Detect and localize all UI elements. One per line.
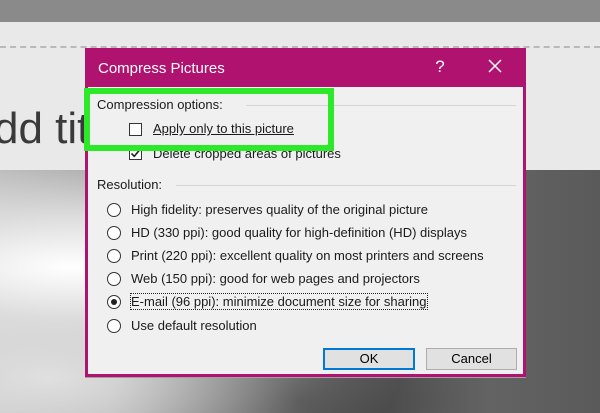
resolution-label-high-fidelity[interactable]: High fidelity: preserves quality of the … xyxy=(131,202,428,217)
close-button[interactable] xyxy=(480,53,510,81)
resolution-divider xyxy=(176,185,516,186)
dialog-title: Compress Pictures xyxy=(98,60,225,77)
dialog-titlebar[interactable]: Compress Pictures ? xyxy=(85,48,526,87)
resolution-label-print[interactable]: Print (220 ppi): excellent quality on mo… xyxy=(131,248,484,263)
resolution-label-email[interactable]: E-mail (96 ppi): minimize document size … xyxy=(130,293,428,310)
cancel-button[interactable]: Cancel xyxy=(426,348,517,370)
resolution-label-default[interactable]: Use default resolution xyxy=(131,318,257,333)
window-top-strip xyxy=(0,0,600,22)
highlight-annotation-box xyxy=(84,88,334,151)
resolution-radio-high-fidelity[interactable] xyxy=(107,203,121,217)
slide-title-text: dd tit xyxy=(0,104,90,153)
resolution-radio-web[interactable] xyxy=(107,272,121,286)
resolution-radio-print[interactable] xyxy=(107,249,121,263)
resolution-label-hd[interactable]: HD (330 ppi): good quality for high-defi… xyxy=(131,225,467,240)
resolution-label-web[interactable]: Web (150 ppi): good for web pages and pr… xyxy=(131,271,420,286)
ok-button[interactable]: OK xyxy=(323,348,415,370)
help-button[interactable]: ? xyxy=(429,57,451,77)
resolution-radio-email[interactable] xyxy=(107,295,121,309)
resolution-radio-hd[interactable] xyxy=(107,226,121,240)
resolution-radio-default[interactable] xyxy=(107,319,121,333)
close-icon xyxy=(488,59,502,73)
resolution-heading: Resolution: xyxy=(97,177,163,192)
